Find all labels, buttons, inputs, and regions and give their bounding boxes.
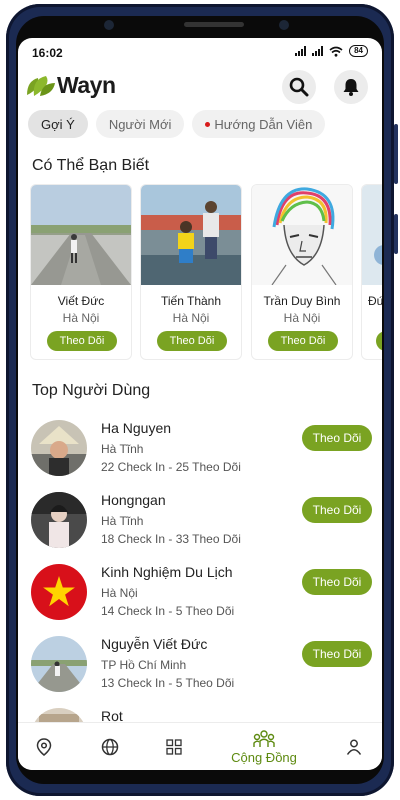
notification-dot [205,121,211,127]
volume-button [394,124,398,184]
follow-button[interactable]: Theo Dõi [302,497,372,523]
logo-text: Wayn [57,72,116,98]
suggestion-name: Trần Duy Bình [263,294,341,308]
nav-label: Cộng Đồng [231,749,297,765]
app-logo[interactable]: Wayn [26,72,116,99]
app-screen: 16:02 84 Wayn Gợi Ý Người Mới Hướng Dẫn … [18,38,382,770]
community-icon [253,729,275,747]
person-icon [346,739,362,755]
follow-button[interactable]: Theo Dõi [47,331,117,351]
cellular-signal-2-icon [312,46,324,56]
suggestion-name: Đứ [368,294,382,308]
user-location: TP Hồ Chí Minh [101,658,187,672]
user-name: Nguyễn Viết Đức [101,636,208,652]
user-name: Hongngan [101,492,166,508]
suggestions-carousel[interactable]: Viết Đức Hà Nội Theo Dõi Tiến Thành Hà N… [30,184,382,362]
nav-community[interactable]: Cộng Đồng [224,723,304,770]
user-photo [362,185,382,285]
suggestion-name: Tiến Thành [160,294,222,308]
user-name: Kinh Nghiệm Du Lịch [101,564,233,580]
user-photo [252,185,352,285]
nav-categories[interactable] [162,723,186,770]
bell-icon [343,79,359,96]
suggestion-card[interactable]: Đứ [361,184,382,360]
avatar [31,492,87,548]
tab-huong-dan-vien[interactable]: Hướng Dẫn Viên [192,110,326,138]
tab-label: Hướng Dẫn Viên [214,116,313,132]
user-stats: 13 Check In - 5 Theo Dõi [101,676,235,690]
status-time: 16:02 [32,46,63,60]
front-camera [104,20,114,30]
grid-icon [166,739,182,755]
bottom-navigation: Cộng Đồng [18,722,382,770]
follow-button[interactable]: Theo Dõi [302,425,372,451]
follow-button[interactable]: Theo Dõi [302,641,372,667]
user-photo [141,185,241,285]
follow-button[interactable]: Theo Dõi [157,331,227,351]
tab-nguoi-moi[interactable]: Người Mới [95,110,185,138]
avatar [31,564,87,620]
search-icon [289,77,309,97]
suggestion-location: Hà Nội [172,311,210,325]
cellular-signal-icon [295,46,307,56]
suggestion-card[interactable]: Trần Duy Bình Hà Nội Theo Dõi [251,184,353,360]
globe-icon [101,738,119,756]
top-user-row[interactable]: Nguyễn Viết Đức TP Hồ Chí Minh 13 Check … [18,634,382,706]
location-pin-icon [36,738,52,756]
nav-explore[interactable] [98,723,122,770]
suggestion-card[interactable]: Viết Đức Hà Nội Theo Dõi [30,184,132,360]
suggestion-location: Hà Nội [62,311,100,325]
user-location: Hà Tĩnh [101,514,144,528]
top-user-row[interactable]: Ha Nguyen Hà Tĩnh 22 Check In - 25 Theo … [18,418,382,490]
user-location: Hà Tĩnh [101,442,144,456]
earpiece-speaker [184,22,244,27]
user-stats: 18 Check In - 33 Theo Dõi [101,532,241,546]
top-user-row[interactable]: Kinh Nghiệm Du Lịch Hà Nội 14 Check In -… [18,562,382,634]
avatar [31,636,87,692]
status-icons: 84 [295,45,368,57]
tab-goi-y[interactable]: Gợi Ý [28,110,88,138]
sensor [279,20,289,30]
app-header: Wayn [18,66,382,110]
suggestion-location: Hà Nội [283,311,321,325]
avatar [31,420,87,476]
user-stats: 14 Check In - 5 Theo Dõi [101,604,235,618]
leaf-logo-icon [27,75,55,96]
tab-label: Người Mới [108,116,172,132]
filter-tabs: Gợi Ý Người Mới Hướng Dẫn Viên [28,110,326,138]
top-users-title: Top Người Dùng [32,382,151,399]
follow-button[interactable] [376,331,382,351]
nav-map[interactable] [32,723,56,770]
user-name: Ha Nguyen [101,420,172,436]
notifications-button[interactable] [334,70,368,104]
wifi-icon [329,46,343,57]
user-location: Hà Nội [101,586,138,600]
top-user-row[interactable]: Hongngan Hà Tĩnh 18 Check In - 33 Theo D… [18,490,382,562]
search-button[interactable] [282,70,316,104]
follow-button[interactable]: Theo Dõi [302,569,372,595]
user-stats: 22 Check In - 25 Theo Dõi [101,460,241,474]
user-photo [31,185,131,285]
suggestion-card[interactable]: Tiến Thành Hà Nội Theo Dõi [140,184,242,360]
tab-label: Gợi Ý [41,116,75,132]
follow-button[interactable]: Theo Dõi [268,331,338,351]
suggestion-name: Viết Đức [57,294,105,308]
suggestions-title: Có Thể Bạn Biết [32,157,150,174]
status-bar: 16:02 84 [18,38,382,64]
nav-profile[interactable] [342,723,366,770]
power-button [394,214,398,254]
battery-icon: 84 [349,45,368,57]
